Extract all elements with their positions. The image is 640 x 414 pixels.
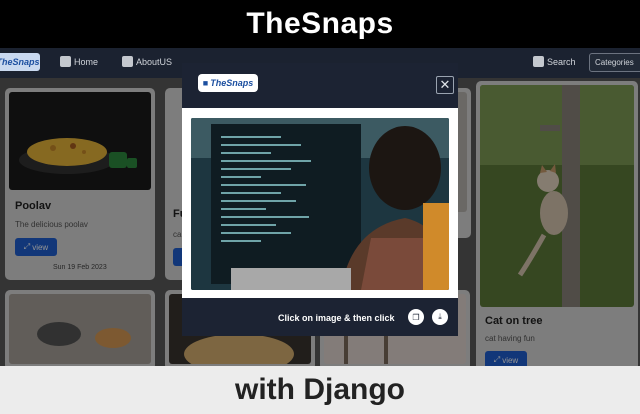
- image-modal: ■ TheSnaps ✕ Click on image & then click…: [182, 63, 458, 336]
- modal-image-container: [182, 108, 458, 298]
- camera-icon: ■: [202, 78, 209, 88]
- modal-logo: ■ TheSnaps: [198, 74, 258, 92]
- download-icon: ⤓: [438, 312, 442, 321]
- screenshot-frame: TheSnaps TheSnaps Home AboutUS Search Ca…: [0, 0, 640, 414]
- modal-image[interactable]: [191, 118, 449, 290]
- close-icon: ✕: [439, 77, 451, 92]
- close-button[interactable]: ✕: [436, 76, 454, 94]
- nav-about-link[interactable]: AboutUS: [122, 56, 172, 67]
- nav-home-link[interactable]: Home: [60, 56, 98, 67]
- nav-search-link[interactable]: Search: [533, 56, 576, 67]
- about-icon: [122, 56, 133, 67]
- bottom-banner: with Django: [0, 366, 640, 414]
- copy-icon: ❐: [412, 312, 420, 322]
- nav-about-label: AboutUS: [136, 56, 173, 67]
- home-icon: [60, 56, 71, 67]
- modal-footer-text: Click on image & then click: [278, 313, 395, 323]
- nav-logo[interactable]: TheSnaps: [0, 53, 40, 71]
- nav-home-label: Home: [74, 56, 99, 67]
- banner-subtitle: with Django: [235, 373, 405, 406]
- copy-button[interactable]: ❐: [408, 309, 424, 325]
- modal-logo-text: TheSnaps: [210, 78, 254, 88]
- download-button[interactable]: ⤓: [432, 309, 448, 325]
- banner-title: TheSnaps: [246, 7, 394, 40]
- categories-dropdown[interactable]: Categories: [589, 53, 640, 72]
- app-window: TheSnaps Home AboutUS Search Categories: [0, 48, 640, 366]
- top-banner: TheSnaps: [0, 0, 640, 48]
- search-icon: [533, 56, 544, 67]
- nav-search-label: Search: [547, 56, 576, 67]
